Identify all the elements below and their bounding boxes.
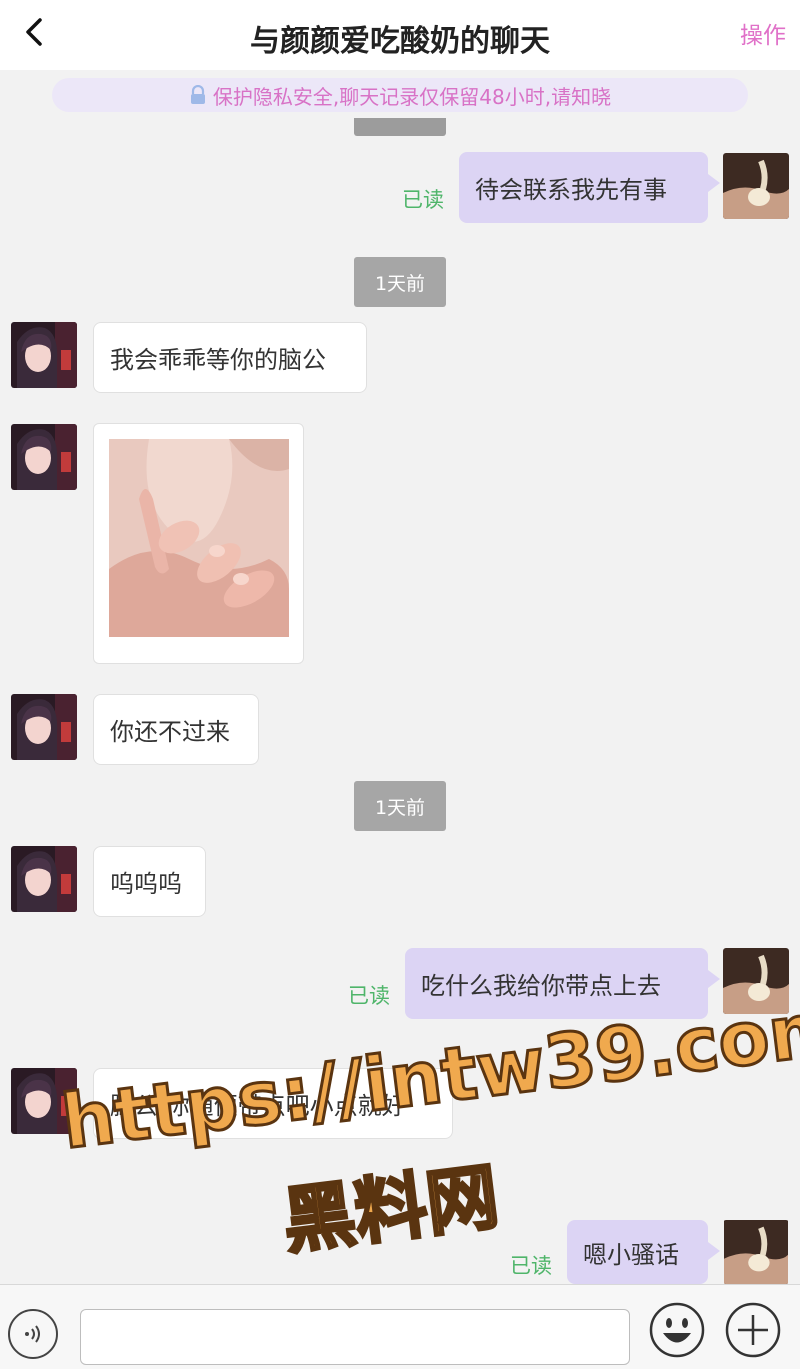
read-status: 已读 bbox=[348, 984, 390, 1008]
message-input[interactable] bbox=[80, 1309, 630, 1365]
input-bar bbox=[0, 1284, 800, 1369]
top-bar: 与颜颜爱吃酸奶的聊天 操作 bbox=[0, 0, 800, 70]
message-text: 待会联系我先有事 bbox=[475, 176, 667, 204]
my-avatar[interactable] bbox=[723, 1220, 789, 1284]
my-avatar[interactable] bbox=[723, 948, 789, 1014]
message-bubble-incoming[interactable]: 呜呜呜 bbox=[93, 846, 206, 917]
message-text: 吃什么我给你带点上去 bbox=[421, 972, 661, 1000]
time-stamp-partial bbox=[354, 118, 446, 136]
message-bubble-incoming[interactable]: 我会乖乖等你的脑公 bbox=[93, 322, 367, 393]
time-stamp: 1天前 bbox=[354, 781, 446, 831]
voice-icon bbox=[25, 1325, 40, 1343]
emoji-button[interactable] bbox=[648, 1301, 706, 1359]
contact-avatar[interactable] bbox=[11, 694, 77, 760]
contact-avatar[interactable] bbox=[11, 1068, 77, 1134]
privacy-notice-text: 保护隐私安全,聊天记录仅保留48小时,请知晓 bbox=[212, 84, 612, 109]
message-bubble-incoming[interactable]: 脑公 你随便带点吧小点就好 bbox=[93, 1068, 453, 1139]
contact-avatar[interactable] bbox=[11, 322, 77, 388]
plus-icon bbox=[725, 1302, 781, 1358]
message-bubble-outgoing[interactable]: 待会联系我先有事 bbox=[459, 152, 720, 223]
read-status: 已读 bbox=[402, 188, 444, 212]
page-title: 与颜颜爱吃酸奶的聊天 bbox=[250, 24, 550, 59]
voice-button[interactable] bbox=[8, 1309, 58, 1359]
message-text: 嗯小骚话 bbox=[583, 1240, 679, 1269]
contact-avatar[interactable] bbox=[11, 846, 77, 912]
smiley-icon bbox=[649, 1302, 705, 1358]
action-button[interactable]: 操作 bbox=[740, 16, 786, 50]
message-text: 呜呜呜 bbox=[110, 870, 182, 898]
message-image[interactable] bbox=[93, 423, 304, 664]
message-bubble-incoming[interactable]: 你还不过来 bbox=[93, 694, 259, 765]
message-text: 脑公 你随便带点吧小点就好 bbox=[110, 1092, 406, 1120]
message-text: 你还不过来 bbox=[110, 718, 230, 746]
time-stamp: 1天前 bbox=[354, 257, 446, 307]
message-text: 我会乖乖等你的脑公 bbox=[110, 346, 326, 374]
hand-photo bbox=[109, 439, 289, 637]
more-button[interactable] bbox=[724, 1301, 782, 1359]
privacy-notice: 保护隐私安全,聊天记录仅保留48小时,请知晓 bbox=[52, 78, 748, 112]
lock-icon bbox=[189, 85, 207, 105]
my-avatar[interactable] bbox=[723, 153, 789, 219]
message-bubble-outgoing[interactable]: 嗯小骚话 bbox=[567, 1220, 720, 1284]
contact-avatar[interactable] bbox=[11, 424, 77, 490]
message-bubble-outgoing[interactable]: 吃什么我给你带点上去 bbox=[405, 948, 720, 1019]
read-status: 已读 bbox=[510, 1254, 552, 1278]
